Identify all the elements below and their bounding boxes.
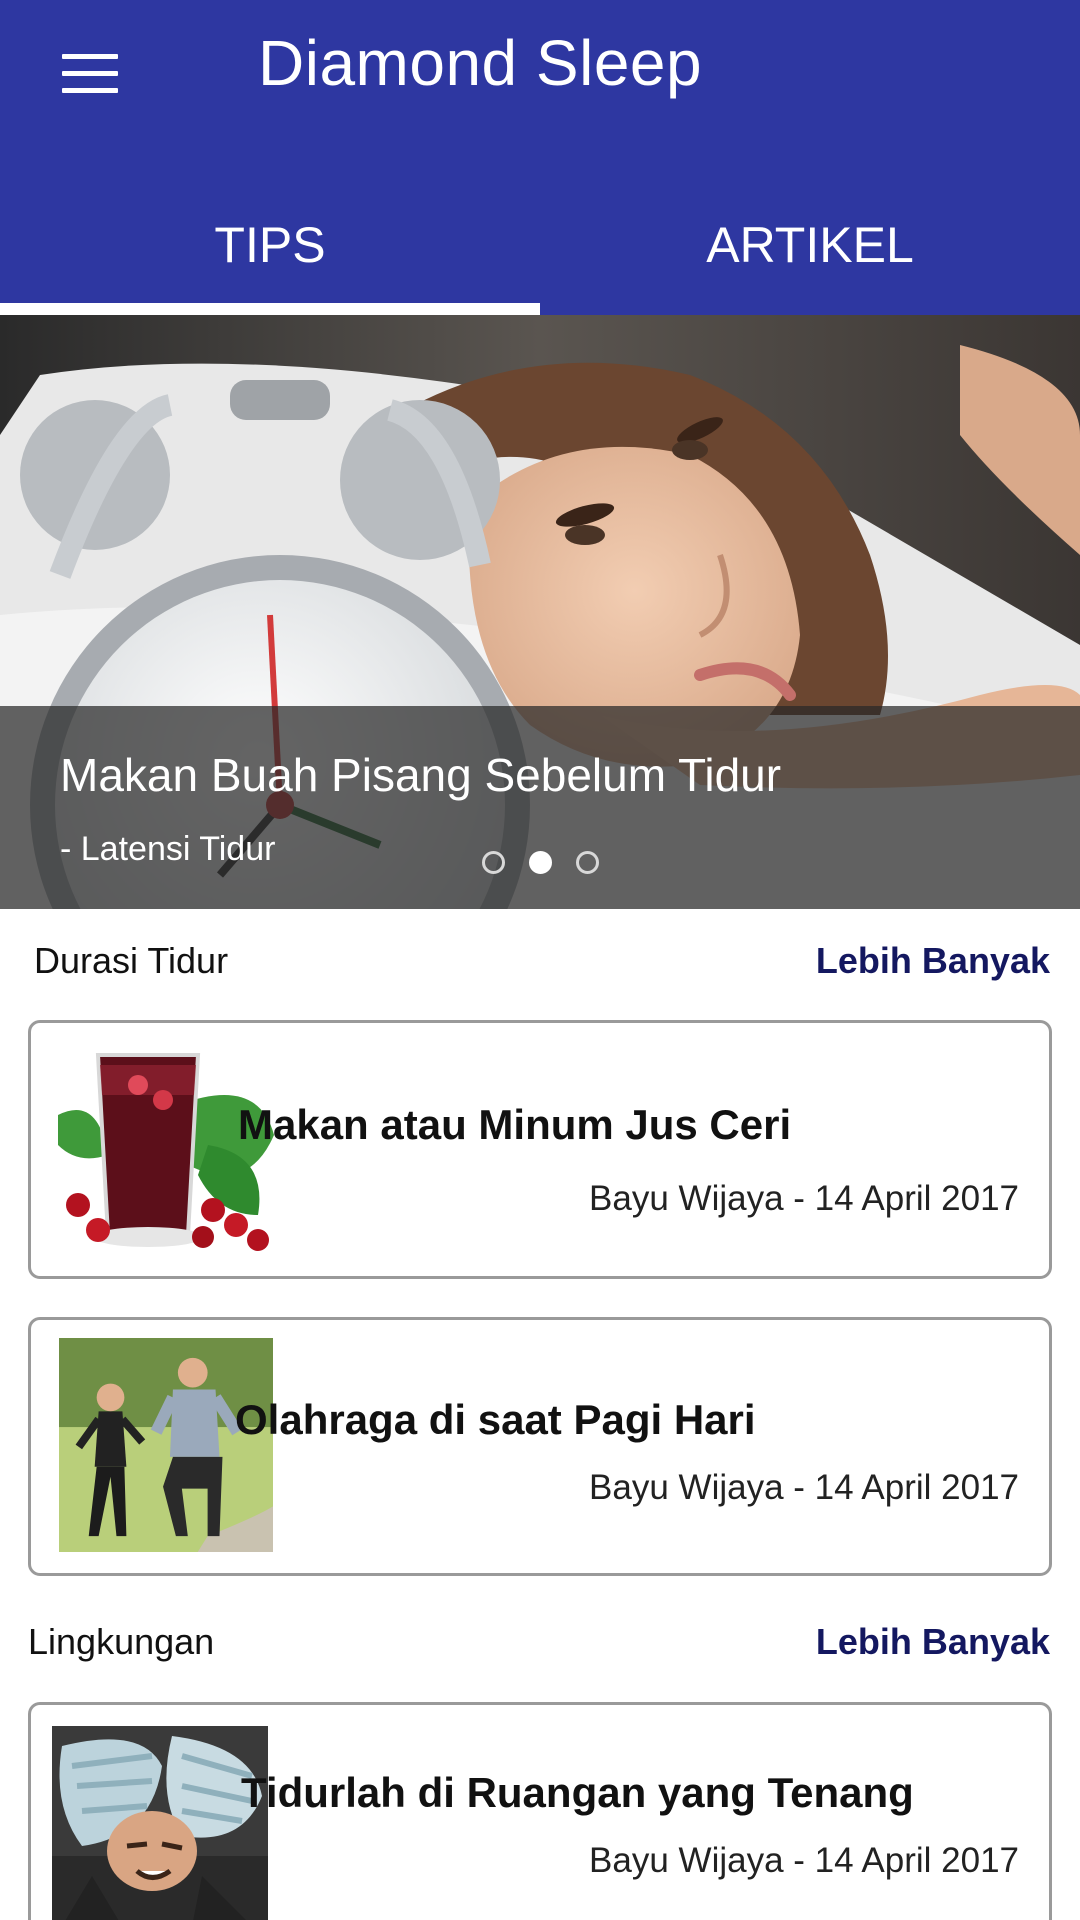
noise-pillow-image: [52, 1726, 268, 1920]
card-meta: Bayu Wijaya - 14 April 2017: [589, 1179, 1019, 1218]
more-link[interactable]: Lebih Banyak: [816, 1621, 1050, 1663]
carousel-dot-2[interactable]: [529, 851, 552, 874]
card-meta: Bayu Wijaya - 14 April 2017: [589, 1468, 1019, 1507]
cherry-juice-image: [58, 1045, 274, 1259]
tab-bar: TIPS ARTIKEL: [0, 205, 1080, 315]
tab-label: TIPS: [214, 217, 326, 273]
app-bar: Diamond Sleep TIPS ARTIKEL: [0, 0, 1080, 315]
section-header-lingkungan: Lingkungan Lebih Banyak: [0, 1621, 1080, 1681]
more-link[interactable]: Lebih Banyak: [816, 940, 1050, 982]
card-meta: Bayu Wijaya - 14 April 2017: [589, 1841, 1019, 1880]
article-card[interactable]: Tidurlah di Ruangan yang Tenang Bayu Wij…: [28, 1702, 1052, 1920]
app-title: Diamond Sleep: [258, 27, 703, 99]
tab-selected-indicator: [0, 303, 540, 315]
section-title: Durasi Tidur: [34, 940, 229, 981]
section-header-durasi-tidur: Durasi Tidur Lebih Banyak: [0, 940, 1080, 1000]
tab-artikel[interactable]: ARTIKEL: [540, 205, 1080, 315]
carousel-dot-3[interactable]: [576, 851, 599, 874]
hero-title: Makan Buah Pisang Sebelum Tidur: [60, 749, 782, 801]
hero-caption-overlay: [0, 706, 1080, 909]
card-title: Olahraga di saat Pagi Hari: [235, 1396, 756, 1443]
tab-tips[interactable]: TIPS: [0, 205, 540, 315]
hero-banner[interactable]: Makan Buah Pisang Sebelum Tidur - Latens…: [0, 315, 1080, 909]
section-title: Lingkungan: [28, 1621, 215, 1662]
hamburger-menu-icon[interactable]: [62, 54, 118, 94]
carousel-indicator: [482, 851, 599, 874]
card-title: Tidurlah di Ruangan yang Tenang: [241, 1769, 914, 1816]
tab-label: ARTIKEL: [706, 217, 914, 273]
carousel-dot-1[interactable]: [482, 851, 505, 874]
article-card[interactable]: Olahraga di saat Pagi Hari Bayu Wijaya -…: [28, 1317, 1052, 1576]
article-card[interactable]: Makan atau Minum Jus Ceri Bayu Wijaya - …: [28, 1020, 1052, 1279]
morning-jog-image: [59, 1338, 273, 1552]
card-title: Makan atau Minum Jus Ceri: [238, 1101, 792, 1148]
hero-subtitle: - Latensi Tidur: [60, 830, 276, 868]
